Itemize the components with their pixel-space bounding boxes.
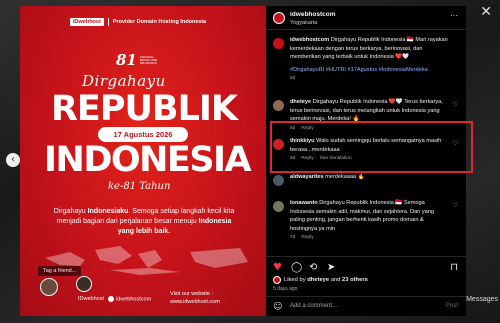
add-comment-row: ☺ Add a comment... Post: [266, 296, 466, 316]
repost-icon[interactable]: ⟲: [309, 262, 317, 273]
comment-text: merdekaaaa 🔥: [323, 174, 365, 180]
brand-tagline: Provider Domain Hosting Indonesia: [112, 19, 207, 25]
post-age: 5 days ago: [273, 286, 298, 292]
likes-prefix: Liked by: [284, 277, 308, 283]
caption-hashtags[interactable]: #DirgahayuRI #HUTRI #17Agustus #Indonesi…: [290, 66, 450, 75]
footer-url: www.idwebhost.com: [170, 299, 220, 305]
comment-avatar[interactable]: [273, 201, 284, 212]
post-header: idwebhostcom Yogyakarta ···: [266, 6, 466, 30]
account-avatar[interactable]: [273, 12, 285, 24]
save-bookmark-icon[interactable]: ⊓: [450, 262, 458, 273]
action-bar: ♥ ◯ ⟲ ➤ ⊓: [266, 256, 466, 276]
likes-and: and: [329, 277, 343, 283]
caption-username[interactable]: idwebhostcom: [290, 37, 329, 43]
caption-meta: 8d: [290, 75, 450, 84]
comment-body: lonawanto Dirgahayu Republik Indonesia 🇮…: [290, 199, 450, 243]
comment-body: aldwayarites merdekaaaa 🔥: [290, 173, 450, 182]
close-icon[interactable]: ✕: [480, 4, 492, 20]
comment-meta: 7d Reply: [290, 234, 450, 243]
greeting-pre: Dirgahayu: [53, 208, 88, 215]
previous-post-arrow-icon[interactable]: ‹: [6, 153, 20, 167]
comment-time: 7d: [290, 235, 296, 241]
comment-username[interactable]: lonawanto: [290, 200, 318, 206]
headline-script: Dirgahayu: [82, 72, 166, 90]
logo-text: INDONESIA BERSATU BER DIRI MAKMUR: [139, 55, 158, 65]
comment-avatar[interactable]: [273, 175, 284, 186]
likes-text: Liked by dheteye and 23 others: [284, 277, 368, 283]
reply-link[interactable]: Reply: [301, 235, 313, 240]
headline-indonesia: INDONESIA: [44, 140, 252, 180]
anniversary-subtitle: ke-81 Tahun: [108, 181, 171, 192]
footer-logo: IDwebhost: [78, 296, 104, 302]
comment-username[interactable]: dheteye: [290, 99, 311, 105]
greeting-text: Dirgahayu Indonesiaku. Semoga setiap lan…: [48, 207, 240, 237]
more-options-icon[interactable]: ···: [450, 11, 458, 20]
share-icon[interactable]: ➤: [327, 262, 335, 273]
likes-user[interactable]: dheteye: [307, 277, 329, 283]
brand-logo: IDwebhost: [70, 18, 104, 26]
footer-handle: idwebhostcom: [116, 296, 152, 303]
liker-avatar[interactable]: [273, 276, 281, 284]
brand-bar: IDwebhost Provider Domain Hosting Indone…: [70, 18, 206, 26]
logo-number: 81: [116, 51, 137, 69]
footer-handle-wrap: idwebhostcom: [108, 296, 151, 302]
footer-visit: Visit our website :: [170, 291, 214, 297]
comment-text: Dirgahayu Republik Indonesia ❤️🤍 Terus b…: [290, 99, 443, 123]
comment-username[interactable]: aldwayarites: [290, 174, 324, 180]
caption-body: idwebhostcom Dirgahayu Republik Indonesi…: [290, 36, 450, 84]
headline-republik: REPUBLIK: [50, 89, 238, 129]
post-location[interactable]: Yogyakarta: [290, 20, 317, 26]
comment-icon[interactable]: ◯: [291, 262, 302, 273]
post-comment-button[interactable]: Post: [446, 303, 458, 309]
like-comment-heart-icon[interactable]: ♡: [453, 101, 458, 108]
post-image[interactable]: IDwebhost Provider Domain Hosting Indone…: [20, 6, 266, 316]
image-footer: IDwebhost idwebhostcom Visit our website…: [20, 288, 266, 310]
caption-avatar[interactable]: [273, 38, 284, 49]
brand-divider: [107, 18, 109, 26]
instagram-icon: [108, 296, 114, 302]
caption-time: 8d: [290, 76, 296, 82]
account-username[interactable]: idwebhostcom: [290, 11, 336, 18]
anniversary-logo: 81 INDONESIA BERSATU BER DIRI MAKMUR: [116, 50, 170, 70]
tag-friend-tooltip[interactable]: Tag a friend...: [38, 266, 82, 276]
like-heart-icon[interactable]: ♥: [273, 262, 282, 273]
likes-summary: Liked by dheteye and 23 others: [273, 276, 368, 284]
likes-count[interactable]: 23 others: [342, 277, 368, 283]
messages-label[interactable]: Messages: [466, 296, 498, 303]
highlighted-comment-box: [270, 121, 473, 173]
like-comment-heart-icon[interactable]: ♡: [453, 202, 458, 209]
greeting-bold: Indonesiaku: [87, 208, 129, 215]
add-comment-input[interactable]: Add a comment...: [290, 303, 337, 309]
emoji-icon[interactable]: ☺: [273, 302, 282, 312]
comment-avatar[interactable]: [273, 100, 284, 111]
